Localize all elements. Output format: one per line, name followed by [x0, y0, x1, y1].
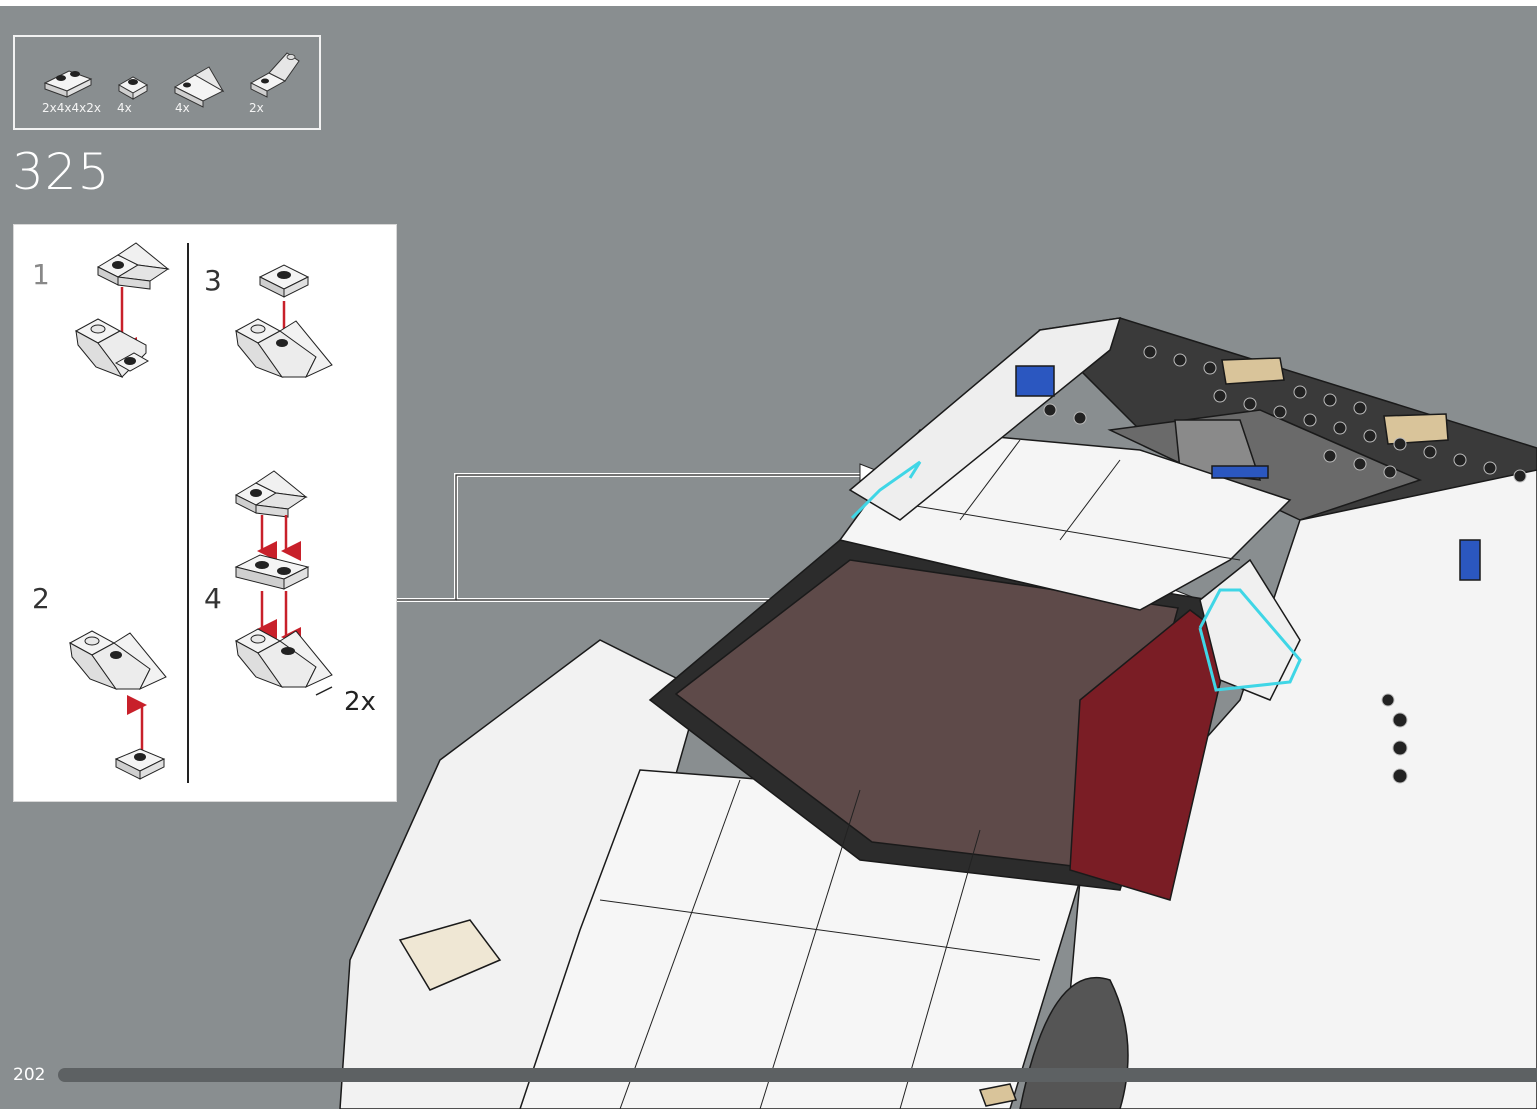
page-number: 202: [13, 1065, 46, 1085]
model-illustration: [339, 317, 1537, 1109]
progress-bar: [58, 1068, 1537, 1082]
car-body: [339, 317, 1537, 1109]
